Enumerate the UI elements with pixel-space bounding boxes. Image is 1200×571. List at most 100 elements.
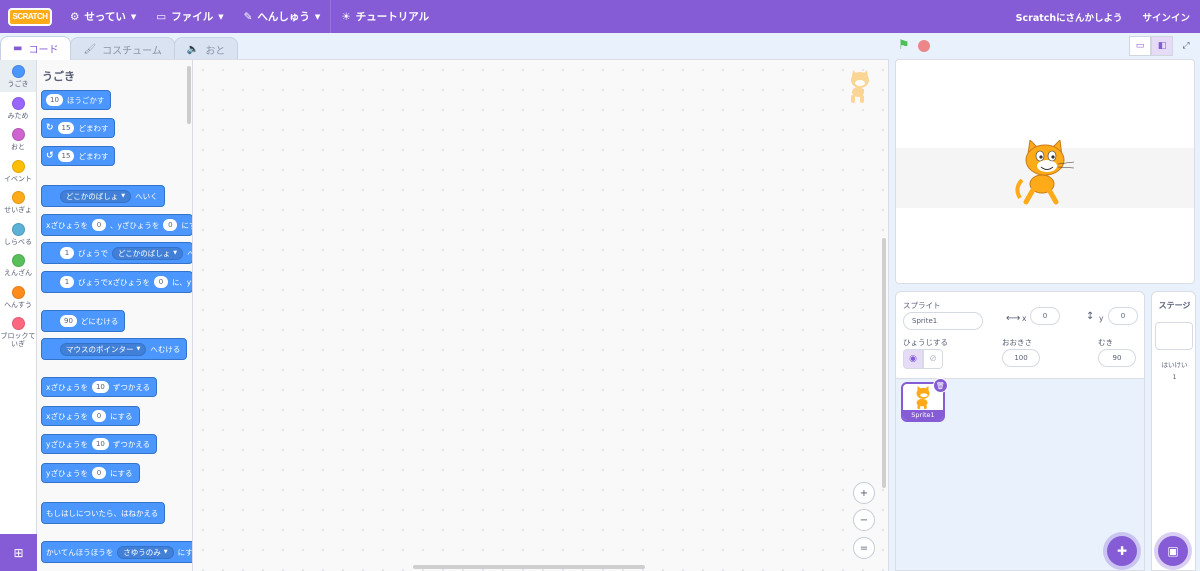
block-input[interactable]: 10 [91, 381, 109, 393]
block-input[interactable]: 1 [60, 276, 74, 288]
join-scratch-link[interactable]: Scratchにさんかしよう [1006, 0, 1133, 33]
edit-menu[interactable]: ✎ へんしゅう ▼ [234, 0, 331, 33]
zoom-in-button[interactable]: + [853, 482, 875, 504]
x-arrow-icon: ⟷ [1006, 313, 1021, 324]
block-input[interactable]: 15 [57, 150, 75, 162]
fullscreen-button[interactable]: ⤢ [1175, 36, 1197, 56]
stage-canvas[interactable] [895, 59, 1195, 284]
tab-sounds[interactable]: 🔈 おと [173, 37, 239, 60]
category-operators[interactable]: えんざん [0, 249, 36, 281]
category-my-blocks[interactable]: ブロックて いぎ [0, 312, 36, 352]
add-backdrop-button[interactable]: ▣ [1158, 536, 1188, 566]
show-label: ひょうじする [903, 338, 948, 347]
lightbulb-icon: ☀ [341, 10, 351, 23]
sprite-name-input[interactable]: Sprite1 [903, 312, 983, 330]
zoom-reset-button[interactable]: = [853, 537, 875, 559]
block-glide-xy[interactable]: 1 びょうでxざひょうを 0 に、yざ [41, 271, 192, 293]
block-text: xざひょうを [46, 382, 88, 392]
block-input[interactable]: 10 [91, 438, 109, 450]
block-input[interactable]: 0 [91, 467, 106, 479]
category-sound[interactable]: おと [0, 123, 36, 155]
category-dot [11, 65, 25, 78]
block-point-direction[interactable]: 90 どにむける [41, 310, 126, 332]
stage-selector[interactable]: ステージ はいけい 1 ▣ [1151, 291, 1196, 571]
block-dropdown[interactable]: さゆうのみ ▼ [117, 545, 174, 559]
block-change-x[interactable]: xざひょうを 10 ずつかえる [41, 377, 158, 397]
block-text: に、yざ [171, 277, 192, 287]
block-input[interactable]: 1 [60, 247, 74, 259]
category-dot [11, 222, 25, 236]
block-turn-left[interactable]: ↺ 15 どまわす [41, 146, 116, 166]
settings-menu[interactable]: ⚙ せってい ▼ [60, 0, 146, 33]
add-extension-button[interactable]: ⊞ [0, 534, 37, 571]
small-stage-button[interactable]: ▭ [1129, 36, 1151, 56]
block-text: にする [109, 468, 133, 478]
category-motion[interactable]: うごき [0, 60, 36, 92]
category-label: えんざん [4, 269, 32, 277]
block-move-steps[interactable]: 10 ほうごかす [41, 90, 112, 110]
add-extension-icon: ⊞ [13, 545, 24, 560]
tab-code[interactable]: ▬ コード [0, 36, 72, 60]
block-input[interactable]: 15 [57, 122, 75, 134]
large-stage-icon: ◧ [1157, 41, 1167, 51]
block-input[interactable]: 0 [91, 219, 106, 231]
block-bounce[interactable]: もしはしについたら、はねかえる [41, 502, 166, 524]
sprite-cat[interactable] [1014, 140, 1076, 208]
hide-sprite-toggle[interactable]: ⊘ [923, 349, 943, 369]
large-stage-button[interactable]: ◧ [1151, 36, 1173, 56]
category-control[interactable]: せいぎょ [0, 186, 36, 218]
file-menu[interactable]: ▭ ファイル ▼ [146, 0, 233, 33]
stage-thumbnail[interactable] [1155, 322, 1193, 350]
workspace-horizontal-scrollbar[interactable] [413, 565, 645, 569]
palette-scrollbar[interactable] [187, 66, 191, 124]
delete-sprite-button[interactable]: 🗑 [933, 378, 948, 393]
category-looks[interactable]: みため [0, 92, 36, 124]
block-dropdown[interactable]: マウスのポインター ▼ [60, 342, 147, 356]
show-sprite-toggle[interactable]: ◉ [903, 349, 923, 369]
block-input[interactable]: 10 [46, 94, 63, 106]
tab-costumes[interactable]: 🖌 コスチューム [70, 37, 175, 60]
block-text: もしはしについたら、はねかえる [46, 508, 159, 518]
zoom-out-button[interactable]: − [853, 509, 875, 531]
backdrops-label: はいけい [1161, 361, 1188, 369]
speaker-icon: 🔈 [186, 43, 200, 55]
block-point-towards[interactable]: マウスのポインター ▼ へむける [41, 338, 188, 360]
stop-icon[interactable] [918, 40, 930, 52]
block-set-x[interactable]: xざひょうを 0 にする [41, 406, 140, 426]
block-turn-right[interactable]: ↻ 15 どまわす [41, 118, 116, 138]
direction-input[interactable]: 90 [1098, 349, 1136, 367]
y-position-input[interactable]: 0 [1108, 307, 1138, 325]
block-glide[interactable]: 1 びょうで どこかのばしょ▼ へい [41, 242, 192, 264]
x-position-input[interactable]: 0 [1030, 307, 1060, 325]
size-input[interactable]: 100 [1002, 349, 1040, 367]
eye-slash-icon: ⊘ [929, 354, 937, 364]
editor-tabs: ▬ コード 🖌 コスチューム 🔈 おと [0, 36, 239, 60]
scratch-logo[interactable]: SCRATCH [8, 7, 52, 26]
category-events[interactable]: イベント [0, 155, 36, 187]
zoom-reset-icon: = [859, 542, 869, 554]
block-set-y[interactable]: yざひょうを 0 にする [41, 463, 140, 483]
script-workspace[interactable]: + − = [193, 59, 889, 571]
block-goto-xy[interactable]: xざひょうを 0 、yざひょうを 0 にする [41, 214, 192, 236]
workspace-vertical-scrollbar[interactable] [882, 238, 886, 488]
block-input[interactable]: 0 [153, 276, 168, 288]
sprite-properties: スプライト Sprite1 ⟷ x 0 ↕ y 0 ひょうじする ◉ ⊘ おおき… [896, 292, 1144, 379]
block-change-y[interactable]: yざひょうを 10 ずつかえる [41, 434, 158, 454]
category-variables[interactable]: へんすう [0, 281, 36, 313]
sign-in-link[interactable]: サインイン [1132, 0, 1200, 33]
block-rotation-style[interactable]: かいてんほうほうを さゆうのみ▼ にする [41, 541, 192, 563]
category-label: ブロックて [0, 332, 36, 340]
block-text: ずつかえる [112, 382, 151, 392]
add-sprite-button[interactable]: ✚ [1107, 536, 1137, 566]
block-dropdown[interactable]: どこかのばしょ ▼ [60, 189, 132, 203]
block-goto[interactable]: どこかのばしょ ▼ へいく [41, 185, 165, 207]
block-input[interactable]: 0 [163, 219, 178, 231]
block-dropdown[interactable]: どこかのばしょ ▼ [112, 246, 184, 260]
category-dot [11, 159, 25, 173]
tutorials-button[interactable]: ☀ チュートリアル [331, 0, 439, 33]
green-flag-icon[interactable]: ⚑ [898, 38, 910, 53]
block-input[interactable]: 90 [60, 315, 77, 327]
block-input[interactable]: 0 [91, 410, 106, 422]
category-sensing[interactable]: しらべる [0, 218, 36, 250]
chevron-down-icon: ▼ [163, 549, 168, 555]
